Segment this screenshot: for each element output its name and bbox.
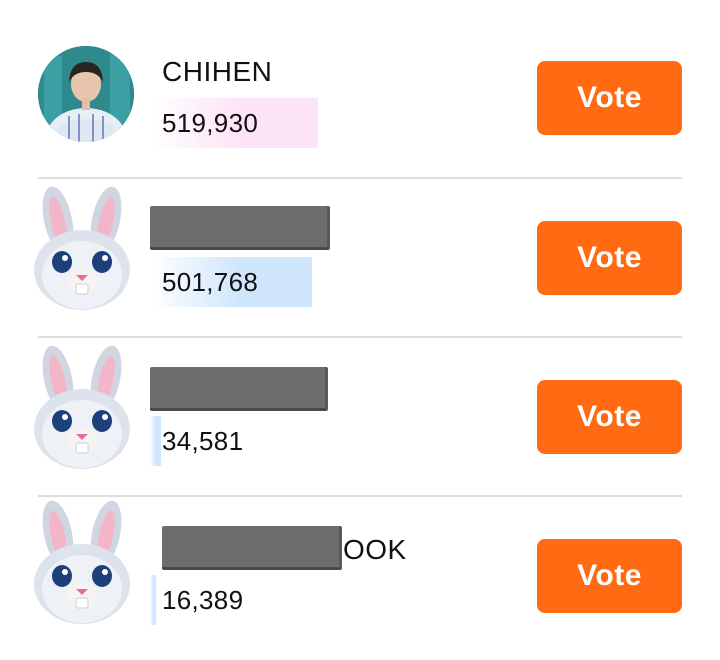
ranking-row-3: 34,581 Vote: [0, 339, 720, 497]
vote-count: 34,581: [162, 426, 244, 456]
vote-button[interactable]: Vote: [537, 61, 682, 135]
vote-count: 16,389: [162, 585, 244, 615]
ranking-row-4: OOK 16,389 Vote: [0, 498, 720, 656]
vote-button[interactable]: Vote: [537, 539, 682, 613]
vote-button[interactable]: Vote: [537, 380, 682, 454]
redacted-name: [150, 206, 330, 250]
bunny-avatar-icon: [34, 500, 130, 624]
vote-count: 501,768: [162, 267, 259, 297]
bunny-avatar-icon: [34, 345, 130, 469]
vote-count: 519,930: [162, 108, 259, 138]
bunny-avatar-icon: [34, 186, 130, 310]
candidate-name: CHIHEN: [162, 56, 273, 87]
person-avatar: [38, 46, 134, 142]
redacted-name: [162, 526, 342, 570]
row-divider: [38, 177, 682, 179]
row-divider: [38, 336, 682, 338]
candidate-name-visible-suffix: OOK: [343, 534, 407, 565]
vote-share-bar: [150, 575, 156, 625]
redacted-name: [150, 367, 328, 411]
ranking-row-1: CHIHEN 519,930 Vote: [0, 20, 720, 178]
ranking-row-2: 501,768 Vote: [0, 180, 720, 338]
vote-button[interactable]: Vote: [537, 221, 682, 295]
vote-share-bar: [150, 416, 161, 466]
